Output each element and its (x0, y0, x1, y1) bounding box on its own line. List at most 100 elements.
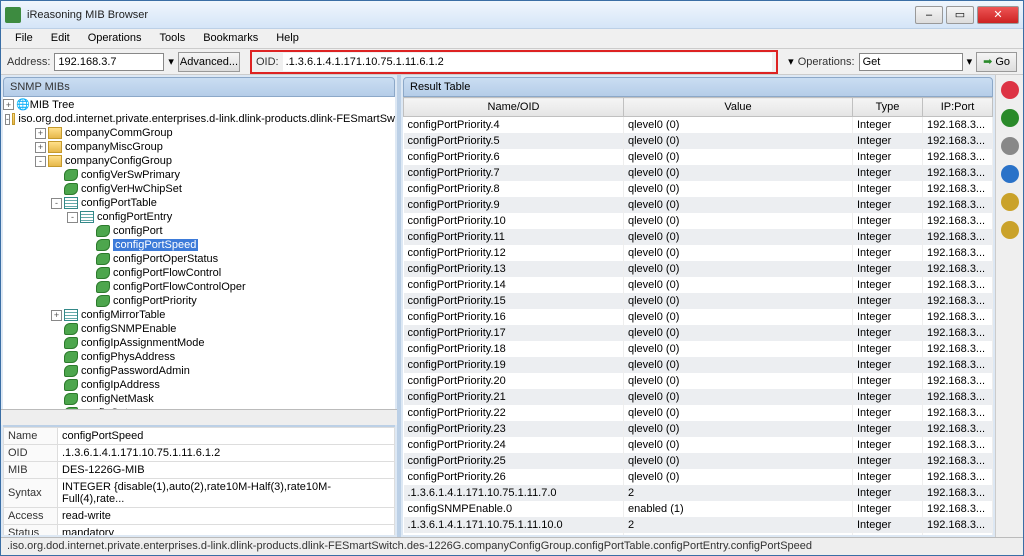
table-row[interactable]: .1.3.6.1.4.1.171.10.75.1.11.7.02Integer1… (404, 485, 993, 501)
table-row[interactable]: configPortPriority.22qlevel0 (0)Integer1… (404, 405, 993, 421)
tree-toggle-icon[interactable]: + (3, 99, 14, 110)
menu-operations[interactable]: Operations (80, 29, 150, 48)
tree-node[interactable]: -configPortTable (3, 197, 395, 209)
table-row[interactable]: configPortPriority.8qlevel0 (0)Integer19… (404, 181, 993, 197)
table-row[interactable]: configPortPriority.12qlevel0 (0)Integer1… (404, 245, 993, 261)
table-row[interactable]: configPortPriority.25qlevel0 (0)Integer1… (404, 453, 993, 469)
tree-toggle-icon[interactable]: + (35, 142, 46, 153)
go-button[interactable]: ➡ Go (976, 52, 1017, 72)
tree-node[interactable]: configPortPriority (3, 295, 395, 307)
table-row[interactable]: configPortPriority.16qlevel0 (0)Integer1… (404, 309, 993, 325)
tree-node[interactable]: +companyCommGroup (3, 127, 395, 139)
operations-select[interactable] (859, 53, 963, 71)
cell: Integer (853, 421, 923, 437)
tree-node[interactable]: configPortSpeed (3, 239, 395, 251)
menu-file[interactable]: File (7, 29, 41, 48)
cell: 192.168.3... (923, 501, 993, 517)
tree-node[interactable]: -configPortEntry (3, 211, 395, 223)
table-row[interactable]: configPortPriority.4qlevel0 (0)Integer19… (404, 117, 993, 134)
table-row[interactable]: configPortPriority.21qlevel0 (0)Integer1… (404, 389, 993, 405)
tree-toggle-icon[interactable]: - (5, 114, 10, 125)
titlebar[interactable]: iReasoning MIB Browser – ▭ ✕ (1, 1, 1023, 29)
export-icon[interactable] (1001, 193, 1019, 211)
menu-tools[interactable]: Tools (152, 29, 194, 48)
operations-dropdown-icon[interactable]: ▾ (967, 55, 973, 68)
menu-bookmarks[interactable]: Bookmarks (195, 29, 266, 48)
mib-tree[interactable]: +🌐 MIB Tree -iso.org.dod.internet.private… (3, 97, 395, 409)
close-button[interactable]: ✕ (977, 6, 1019, 24)
tree-node[interactable]: configVerSwPrimary (3, 169, 395, 181)
table-row[interactable]: .1.3.6.1.4.1.171.10.75.1.11.10.02Integer… (404, 517, 993, 533)
table-row[interactable]: configPortPriority.17qlevel0 (0)Integer1… (404, 325, 993, 341)
tree-toggle-icon[interactable]: + (51, 310, 62, 321)
table-row[interactable]: configPortPriority.15qlevel0 (0)Integer1… (404, 293, 993, 309)
tree-node[interactable]: configPhysAddress (3, 351, 395, 363)
fldr-icon (12, 113, 15, 125)
table-row[interactable]: configPortPriority.13qlevel0 (0)Integer1… (404, 261, 993, 277)
table-row[interactable]: configIpAssignmentMode.0manual (1)Intege… (404, 533, 993, 535)
tree-node[interactable]: configIpAssignmentMode (3, 337, 395, 349)
tree-node[interactable]: -iso.org.dod.internet.private.enterprise… (3, 113, 395, 125)
table-row[interactable]: configPortPriority.23qlevel0 (0)Integer1… (404, 421, 993, 437)
address-input[interactable] (54, 53, 164, 71)
clear-icon[interactable] (1001, 81, 1019, 99)
tree-node[interactable]: configNetMask (3, 393, 395, 405)
tree-node[interactable]: configSNMPEnable (3, 323, 395, 335)
table-row[interactable]: configPortPriority.20qlevel0 (0)Integer1… (404, 373, 993, 389)
table-row[interactable]: configPortPriority.18qlevel0 (0)Integer1… (404, 341, 993, 357)
maximize-button[interactable]: ▭ (946, 6, 974, 24)
oid-dropdown-icon[interactable]: ▾ (788, 55, 794, 68)
col-header[interactable]: IP:Port (923, 98, 993, 117)
table-row[interactable]: configPortPriority.26qlevel0 (0)Integer1… (404, 469, 993, 485)
cell: configPortPriority.25 (404, 453, 624, 469)
tree-scrollbar[interactable] (1, 409, 397, 425)
table-row[interactable]: configPortPriority.19qlevel0 (0)Integer1… (404, 357, 993, 373)
tree-node[interactable]: configPasswordAdmin (3, 365, 395, 377)
open-icon[interactable] (1001, 221, 1019, 239)
oid-input[interactable] (283, 53, 773, 71)
tree-node[interactable]: configPort (3, 225, 395, 237)
advanced-button[interactable]: Advanced... (178, 52, 240, 72)
result-table-scroll[interactable]: Name/OIDValueTypeIP:Port configPortPrior… (403, 97, 993, 535)
snmp-mibs-tab[interactable]: SNMP MIBs (3, 77, 395, 97)
tree-toggle-icon[interactable]: - (67, 212, 78, 223)
result-tab[interactable]: Result Table (403, 77, 993, 97)
tree-node[interactable]: +🌐 MIB Tree (3, 98, 395, 111)
tree-label: configIpAddress (81, 379, 160, 391)
table-row[interactable]: configPortPriority.9qlevel0 (0)Integer19… (404, 197, 993, 213)
table-row[interactable]: configPortPriority.11qlevel0 (0)Integer1… (404, 229, 993, 245)
tree-icon[interactable] (1001, 109, 1019, 127)
tree-node[interactable]: configVerHwChipSet (3, 183, 395, 195)
cell: .1.3.6.1.4.1.171.10.75.1.11.7.0 (404, 485, 624, 501)
tree-node[interactable]: configIpAddress (3, 379, 395, 391)
tree-toggle-icon[interactable]: + (35, 128, 46, 139)
tree-node[interactable]: +companyMiscGroup (3, 141, 395, 153)
table-row[interactable]: configPortPriority.10qlevel0 (0)Integer1… (404, 213, 993, 229)
search-icon[interactable] (1001, 165, 1019, 183)
table-row[interactable]: configPortPriority.6qlevel0 (0)Integer19… (404, 149, 993, 165)
table-row[interactable]: configPortPriority.5qlevel0 (0)Integer19… (404, 133, 993, 149)
table-row[interactable]: configPortPriority.7qlevel0 (0)Integer19… (404, 165, 993, 181)
cell: configPortPriority.12 (404, 245, 624, 261)
tree-node[interactable]: configPortOperStatus (3, 253, 395, 265)
cell: Integer (853, 133, 923, 149)
address-dropdown-icon[interactable]: ▾ (168, 55, 174, 68)
tree-node[interactable]: configPortFlowControlOper (3, 281, 395, 293)
cell: enabled (1) (624, 501, 853, 517)
tree-node[interactable]: -companyConfigGroup (3, 155, 395, 167)
tree-node[interactable]: +configMirrorTable (3, 309, 395, 321)
minimize-button[interactable]: – (915, 6, 943, 24)
col-header[interactable]: Name/OID (404, 98, 624, 117)
copy-icon[interactable] (1001, 137, 1019, 155)
tree-toggle-icon[interactable]: - (51, 198, 62, 209)
menu-edit[interactable]: Edit (43, 29, 78, 48)
menu-help[interactable]: Help (268, 29, 307, 48)
table-row[interactable]: configSNMPEnable.0enabled (1)Integer192.… (404, 501, 993, 517)
tree-toggle-icon[interactable]: - (35, 156, 46, 167)
table-row[interactable]: configPortPriority.14qlevel0 (0)Integer1… (404, 277, 993, 293)
col-header[interactable]: Type (853, 98, 923, 117)
tree-node[interactable]: configPortFlowControl (3, 267, 395, 279)
table-row[interactable]: configPortPriority.24qlevel0 (0)Integer1… (404, 437, 993, 453)
cell: 192.168.3... (923, 517, 993, 533)
col-header[interactable]: Value (624, 98, 853, 117)
